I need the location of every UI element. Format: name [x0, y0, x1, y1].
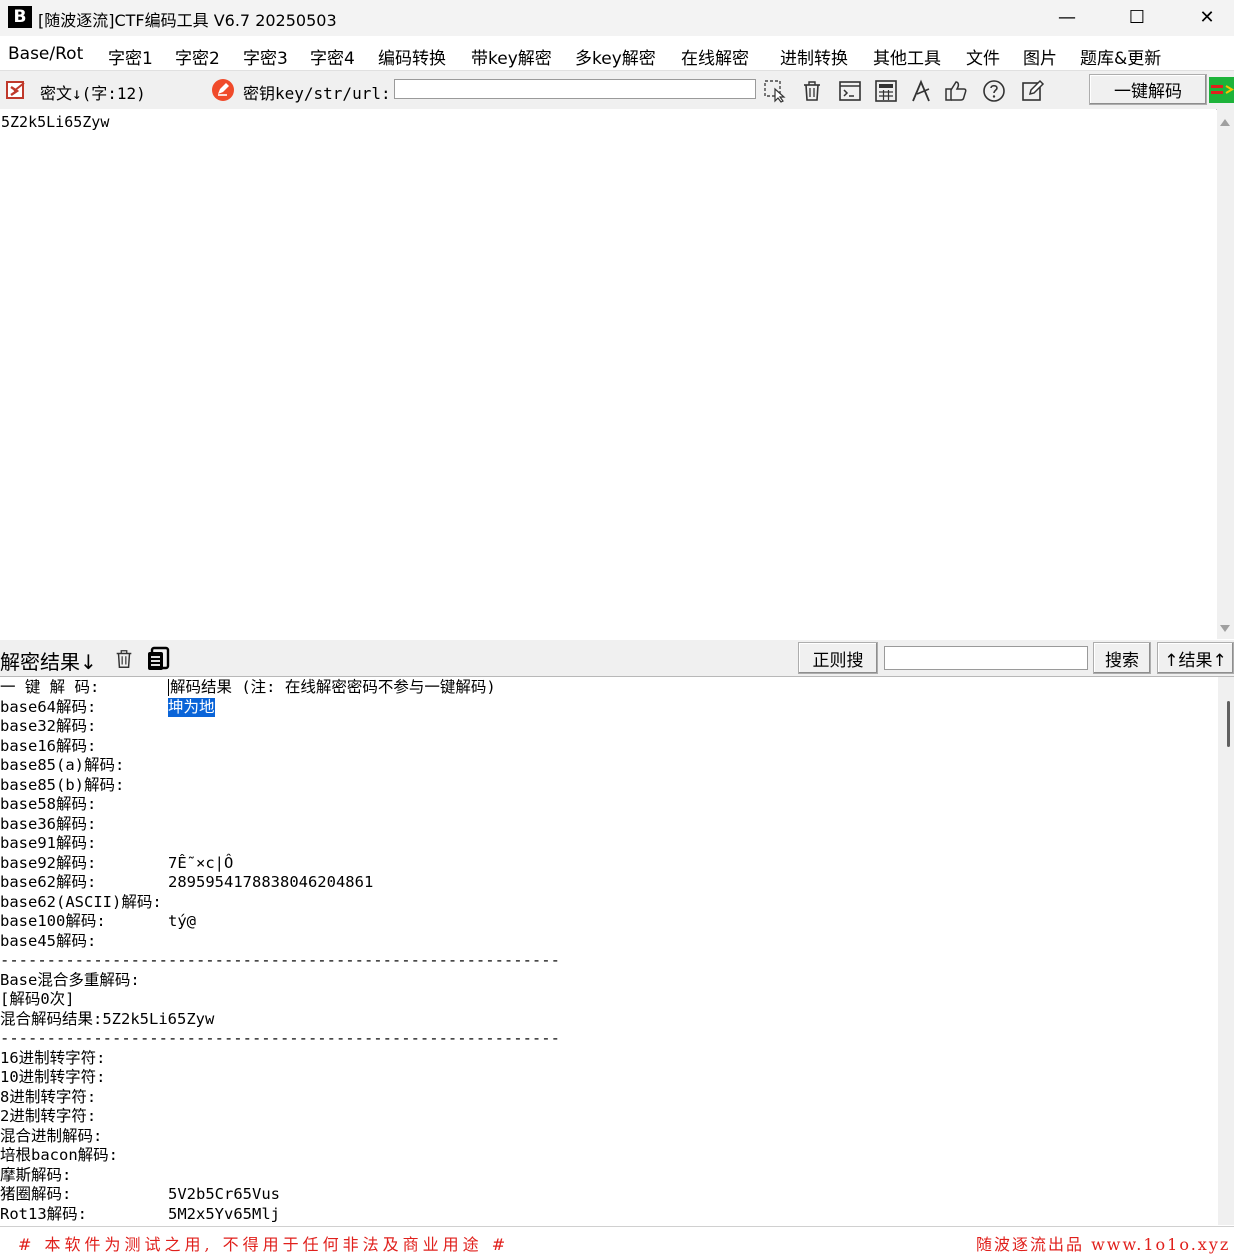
search-button[interactable]: 搜索 [1093, 642, 1151, 674]
menu-item-zimi3[interactable]: 字密3 [243, 44, 288, 69]
footer-credit[interactable]: 随波逐流出品 www.1o1o.xyz [976, 1231, 1230, 1255]
close-icon: ✕ [1199, 6, 1215, 28]
flag-icon[interactable] [1209, 77, 1234, 103]
thumbs-up-icon[interactable] [944, 79, 968, 103]
help-icon[interactable] [982, 79, 1006, 103]
scroll-down-icon[interactable] [1220, 625, 1230, 632]
copy-result-icon[interactable] [146, 646, 170, 672]
edit-icon[interactable] [1021, 79, 1045, 103]
selected-result[interactable]: 坤为地 [168, 697, 215, 717]
toolbar: 密文↓(字:12) 密钥key/str/url: 一键解码 [0, 70, 1234, 110]
footer-disclaimer: # 本软件为测试之用, 不得用于任何非法及商业用途 # [18, 1235, 510, 1254]
text-caret [168, 679, 169, 696]
minimize-icon: — [1058, 6, 1076, 28]
scroll-thumb[interactable] [1227, 701, 1230, 747]
result-text-area[interactable]: 一 键 解 码: 解码结果 (注: 在线解密密码不参与一键解码) base64解码… [0, 677, 1218, 1225]
key-input[interactable] [394, 79, 756, 99]
menu-item-other-tools[interactable]: 其他工具 [873, 44, 941, 69]
cipher-scrollbar[interactable] [1217, 109, 1234, 639]
result-up-button[interactable]: ↑结果↑ [1157, 642, 1234, 674]
result-label: 解密结果↓ [0, 650, 97, 674]
regex-search-button[interactable]: 正则搜 [798, 642, 878, 674]
cipher-text-area[interactable]: 5Z2k5Li65Zyw [0, 109, 1216, 639]
result-scrollbar[interactable] [1218, 677, 1234, 1225]
result-bar: 解密结果↓ 正则搜 搜索 ↑结果↑ [0, 640, 1234, 677]
menu-item-zimi4[interactable]: 字密4 [310, 44, 355, 69]
one-click-decode-button[interactable]: 一键解码 [1089, 74, 1207, 105]
title-bar: B [随波逐流]CTF编码工具 V6.7 20250503 — ☐ ✕ [0, 0, 1234, 36]
font-icon[interactable] [909, 79, 933, 103]
import-icon[interactable] [5, 79, 27, 101]
window-title: [随波逐流]CTF编码工具 V6.7 20250503 [38, 11, 337, 30]
menu-item-zimi2[interactable]: 字密2 [175, 44, 220, 69]
footer: # 本软件为测试之用, 不得用于任何非法及商业用途 # 随波逐流出品 www.1… [0, 1226, 1234, 1256]
maximize-icon: ☐ [1128, 6, 1146, 28]
menu-item-multikey-decrypt[interactable]: 多key解密 [575, 44, 656, 69]
minimize-button[interactable]: — [1044, 0, 1090, 34]
menu-item-question-bank[interactable]: 题库&更新 [1080, 44, 1161, 69]
menu-item-base-rot[interactable]: Base/Rot [8, 44, 83, 64]
trash-icon[interactable] [800, 79, 824, 103]
cursor-select-icon[interactable] [763, 79, 787, 103]
menu-item-file[interactable]: 文件 [966, 44, 1000, 69]
menu-item-online-decrypt[interactable]: 在线解密 [681, 44, 749, 69]
clear-result-trash-icon[interactable] [113, 647, 135, 671]
menu-item-image[interactable]: 图片 [1023, 44, 1057, 69]
maximize-button[interactable]: ☐ [1114, 0, 1160, 34]
search-input[interactable] [884, 646, 1088, 670]
menu-item-key-decrypt[interactable]: 带key解密 [471, 44, 552, 69]
close-button[interactable]: ✕ [1184, 0, 1230, 34]
cipher-label: 密文↓(字:12) [40, 84, 146, 103]
menu-bar: Base/Rot 字密1 字密2 字密3 字密4 编码转换 带key解密 多ke… [0, 38, 1234, 70]
calculator-icon[interactable] [874, 79, 898, 103]
app-logo-icon: B [8, 6, 32, 28]
menu-item-zimi1[interactable]: 字密1 [108, 44, 153, 69]
menu-item-encoding[interactable]: 编码转换 [378, 44, 446, 69]
menu-item-base-convert[interactable]: 进制转换 [780, 44, 848, 69]
key-edit-icon[interactable] [211, 78, 235, 102]
scroll-up-icon[interactable] [1220, 119, 1230, 126]
key-label: 密钥key/str/url: [243, 84, 391, 103]
terminal-icon[interactable] [838, 79, 862, 103]
